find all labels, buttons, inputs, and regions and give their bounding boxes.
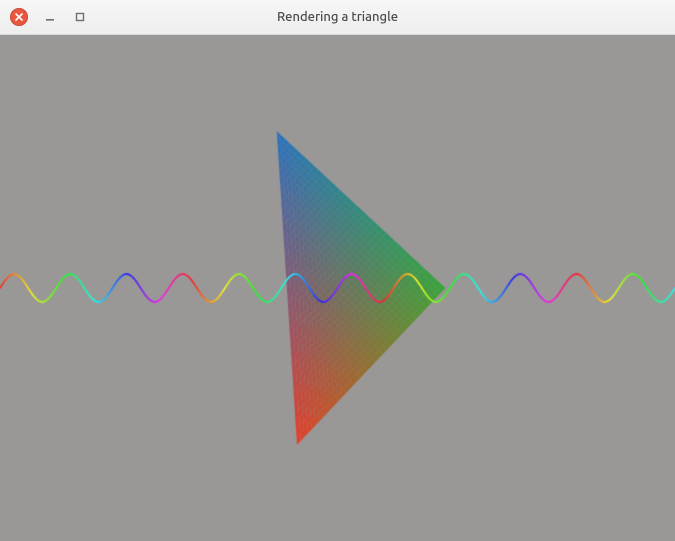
maximize-button[interactable] xyxy=(72,9,88,25)
application-window: Rendering a triangle xyxy=(0,0,675,541)
window-controls xyxy=(10,8,88,26)
close-button[interactable] xyxy=(10,8,28,26)
close-icon xyxy=(14,12,24,22)
render-viewport xyxy=(0,35,675,541)
titlebar[interactable]: Rendering a triangle xyxy=(0,0,675,35)
maximize-icon xyxy=(74,11,86,23)
minimize-icon xyxy=(44,11,56,23)
minimize-button[interactable] xyxy=(42,9,58,25)
gl-canvas xyxy=(0,35,675,541)
window-title: Rendering a triangle xyxy=(0,10,675,24)
